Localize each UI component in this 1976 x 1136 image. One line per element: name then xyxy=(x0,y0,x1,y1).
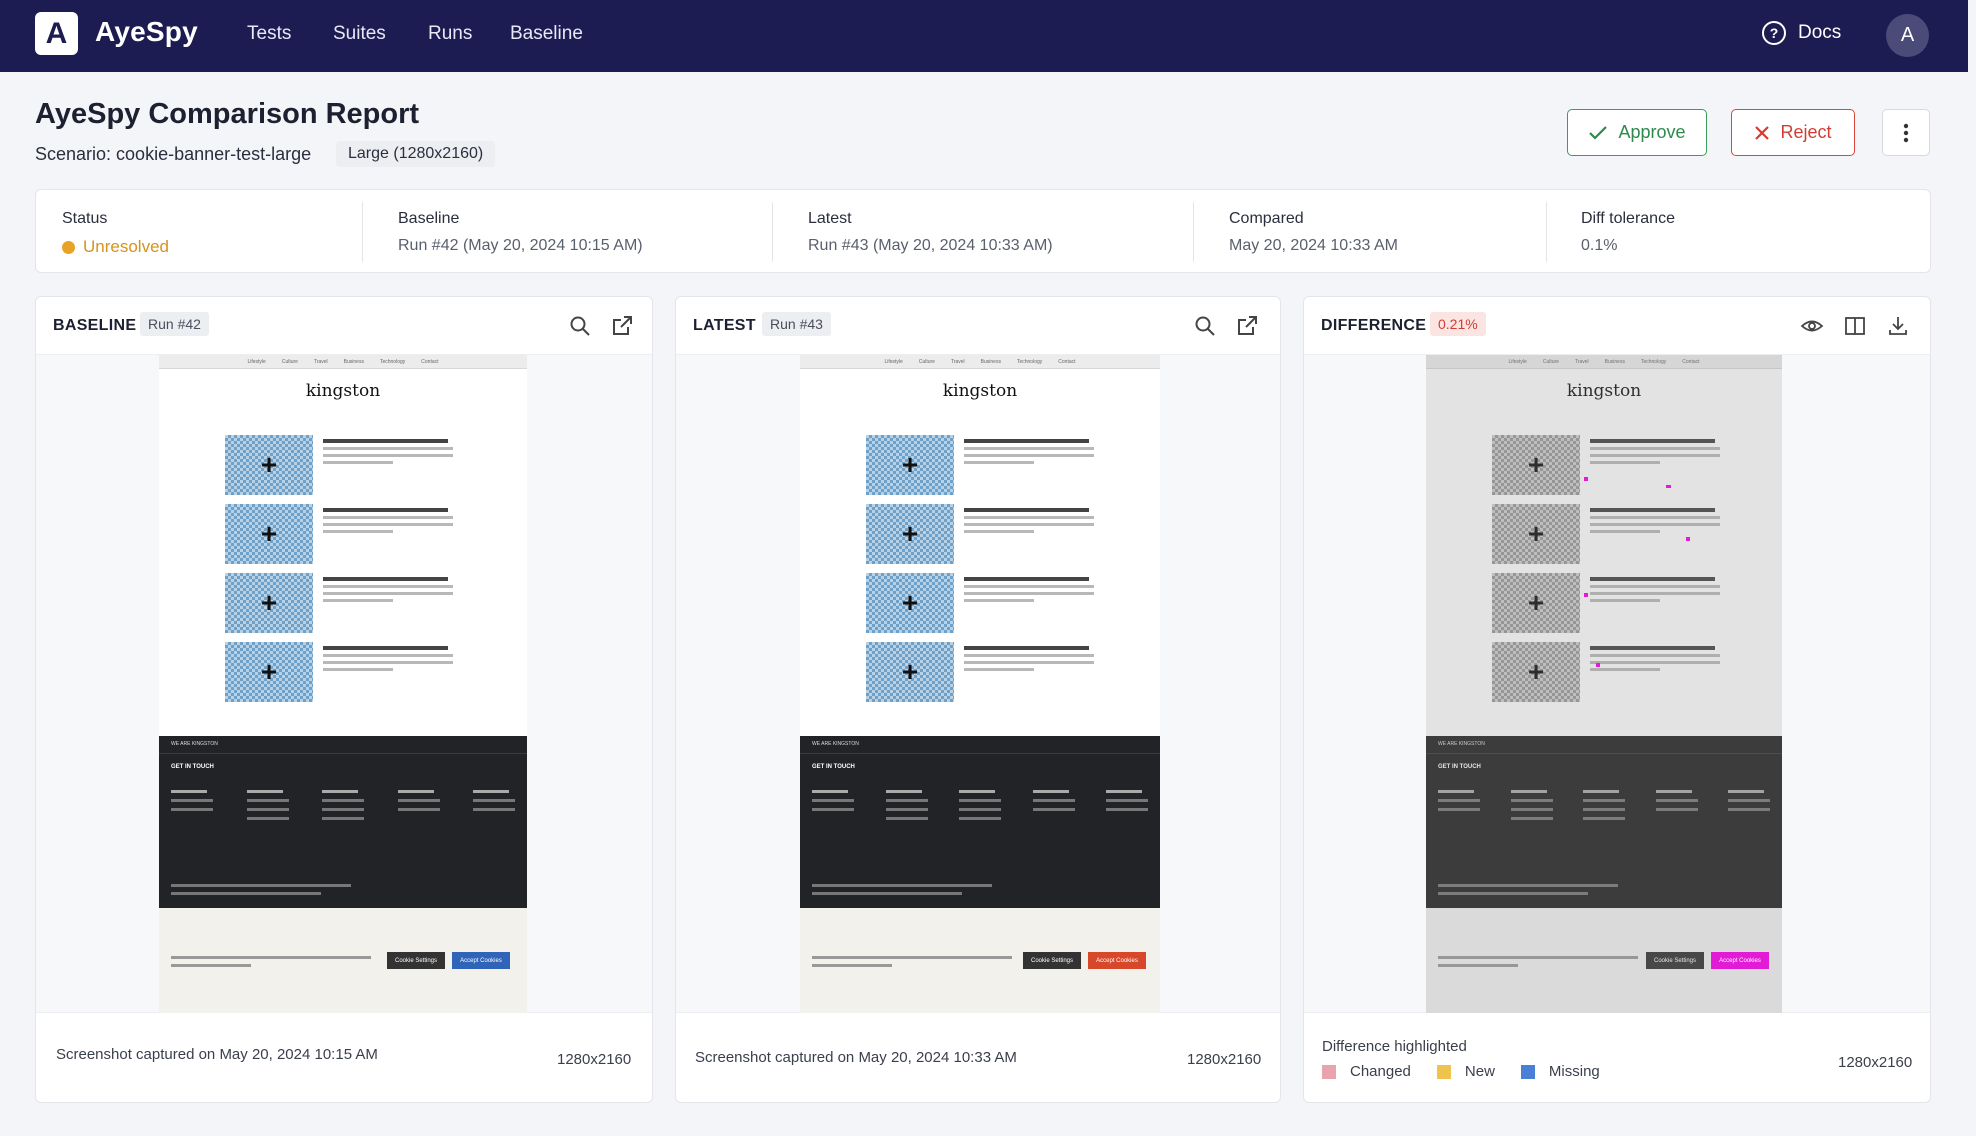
difference-caption: Difference highlighted xyxy=(1322,1038,1467,1055)
help-icon: ? xyxy=(1762,21,1786,45)
diff-legend: Changed New Missing xyxy=(1322,1063,1600,1080)
latest-caption: Screenshot captured on May 20, 2024 10:3… xyxy=(695,1049,1017,1066)
reject-label: Reject xyxy=(1780,122,1832,142)
stat-status: Status Unresolved xyxy=(62,210,169,257)
nav-tests[interactable]: Tests xyxy=(247,23,291,45)
difference-screenshot[interactable]: Lifestyle Culture Travel Business Technology… xyxy=(1426,355,1782,1013)
status-dot-icon xyxy=(62,240,75,254)
brand-name[interactable]: AyeSpy xyxy=(95,16,198,48)
latest-title: LATEST xyxy=(693,317,756,334)
diff-highlight-accept-button: Accept Cookies xyxy=(1711,952,1769,969)
download-icon[interactable] xyxy=(1886,314,1910,338)
logo-icon[interactable]: A xyxy=(35,12,78,55)
check-icon xyxy=(1589,125,1608,140)
latest-screenshot[interactable]: Lifestyle Culture Travel Business Technology… xyxy=(800,355,1160,1013)
baseline-screenshot[interactable]: Lifestyle Culture Travel Business Technology… xyxy=(159,355,527,1013)
stat-compared-label: Compared xyxy=(1229,210,1304,227)
close-icon xyxy=(1755,125,1770,140)
stat-latest: Latest Run #43 (May 20, 2024 10:33 AM) xyxy=(808,210,1053,255)
legend-changed: Changed xyxy=(1322,1063,1411,1080)
size-badge: Large (1280x2160) xyxy=(336,141,496,167)
nav-runs[interactable]: Runs xyxy=(428,23,472,45)
approve-label: Approve xyxy=(1618,122,1686,142)
nav-baseline[interactable]: Baseline xyxy=(510,23,583,45)
docs-link[interactable]: ? Docs xyxy=(1762,21,1841,45)
reject-button[interactable]: Reject xyxy=(1731,109,1855,156)
more-options-button[interactable] xyxy=(1882,109,1930,156)
difference-panel: DIFFERENCE 0.21% Lifestyle Culture Travel B… xyxy=(1303,296,1931,1103)
docs-label: Docs xyxy=(1798,22,1842,43)
stat-status-label: Status xyxy=(62,210,108,227)
baseline-title: BASELINE xyxy=(53,317,137,334)
stat-compared-value: May 20, 2024 10:33 AM xyxy=(1229,237,1398,254)
stat-latest-value: Run #43 (May 20, 2024 10:33 AM) xyxy=(808,237,1053,254)
zoom-icon[interactable] xyxy=(1193,314,1217,338)
difference-dims: 1280x2160 xyxy=(1838,1054,1913,1071)
status-badge: Unresolved xyxy=(83,237,169,256)
avatar[interactable]: A xyxy=(1886,14,1929,57)
mini-site-logo: kingston xyxy=(942,381,1018,401)
split-view-icon[interactable] xyxy=(1843,314,1867,338)
latest-run-badge: Run #43 xyxy=(762,312,831,336)
stat-baseline-value: Run #42 (May 20, 2024 10:15 AM) xyxy=(398,237,643,254)
stat-baseline-label: Baseline xyxy=(398,210,460,227)
stat-tolerance-label: Diff tolerance xyxy=(1581,210,1675,227)
legend-new: New xyxy=(1436,1063,1495,1080)
stat-compared: Compared May 20, 2024 10:33 AM xyxy=(1229,210,1398,255)
legend-missing: Missing xyxy=(1520,1063,1600,1080)
mini-site-logo: kingston xyxy=(1566,381,1642,401)
stat-latest-label: Latest xyxy=(808,210,852,227)
eye-icon[interactable] xyxy=(1800,314,1824,338)
baseline-run-badge: Run #42 xyxy=(140,312,209,336)
baseline-caption: Screenshot captured on May 20, 2024 10:1… xyxy=(56,1046,378,1063)
mini-site-logo: kingston xyxy=(305,381,381,401)
open-external-icon[interactable] xyxy=(1235,314,1259,338)
more-vertical-icon xyxy=(1903,123,1909,142)
page-title: AyeSpy Comparison Report xyxy=(35,98,420,130)
approve-button[interactable]: Approve xyxy=(1567,109,1707,156)
top-nav: A AyeSpy Tests Suites Runs Baseline ? Do… xyxy=(0,0,1968,72)
baseline-panel: BASELINE Run #42 Lifestyle Culture Travel B… xyxy=(35,296,653,1103)
latest-dims: 1280x2160 xyxy=(1187,1051,1262,1068)
comparison-stats: Status Unresolved Baseline Run #42 (May … xyxy=(35,189,1931,273)
scenario-name: Scenario: cookie-banner-test-large xyxy=(35,144,312,164)
latest-panel: LATEST Run #43 Lifestyle Culture Travel Bus… xyxy=(675,296,1281,1103)
difference-percent-badge: 0.21% xyxy=(1430,312,1486,336)
difference-title: DIFFERENCE xyxy=(1321,317,1427,334)
stat-tolerance: Diff tolerance 0.1% xyxy=(1581,210,1675,255)
baseline-dims: 1280x2160 xyxy=(557,1051,632,1068)
zoom-icon[interactable] xyxy=(568,314,592,338)
stat-baseline: Baseline Run #42 (May 20, 2024 10:15 AM) xyxy=(398,210,643,255)
stat-tolerance-value: 0.1% xyxy=(1581,237,1618,254)
open-external-icon[interactable] xyxy=(610,314,634,338)
nav-suites[interactable]: Suites xyxy=(333,23,386,45)
